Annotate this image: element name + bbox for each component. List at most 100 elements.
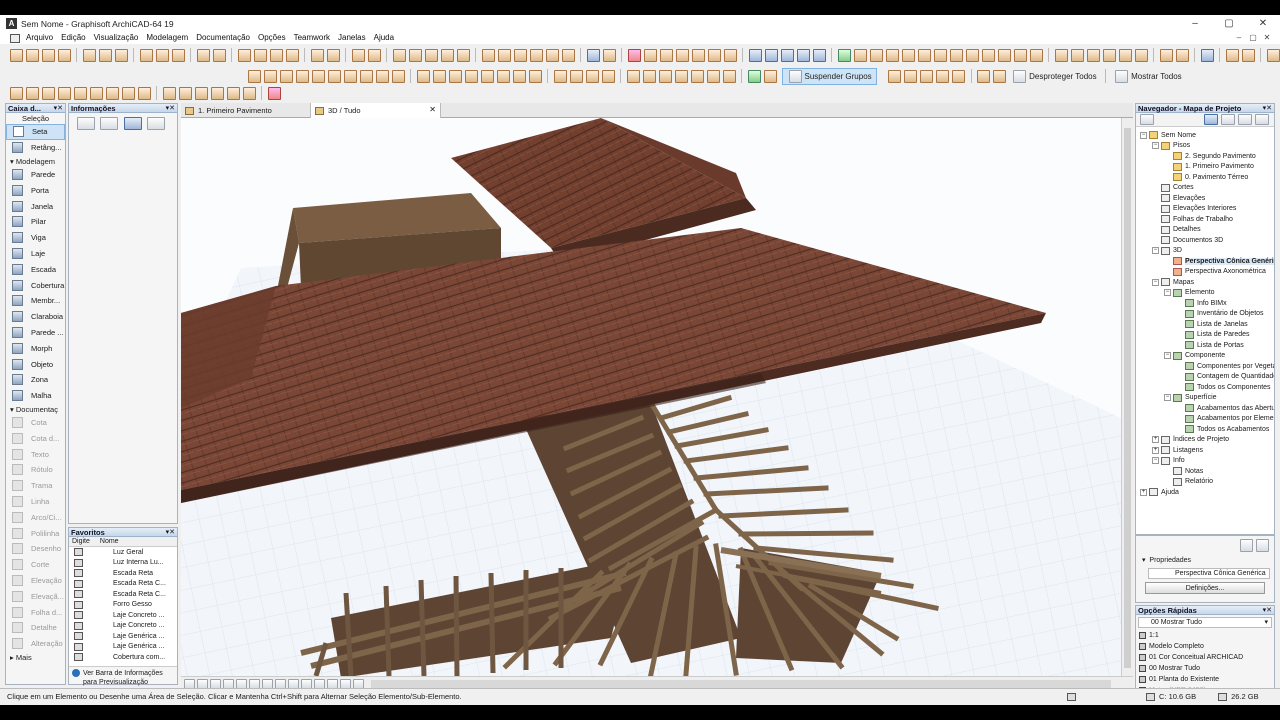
favorite-item[interactable]: Escada Reta <box>69 568 177 579</box>
toolbar-tool-icon[interactable] <box>997 48 1011 62</box>
toolbar-tool-icon[interactable] <box>1134 48 1148 62</box>
project-map-icon[interactable] <box>1139 114 1154 125</box>
view-map-icon[interactable] <box>1220 114 1235 125</box>
toolbar-tool-icon[interactable] <box>977 69 991 83</box>
toolbar-tool-icon[interactable] <box>1200 48 1214 62</box>
toolbar-tool-icon[interactable] <box>690 69 704 83</box>
toolbar-tool-icon[interactable] <box>936 69 950 83</box>
panel-close-icon[interactable]: ▾✕ <box>166 528 175 537</box>
publisher-sets-icon[interactable] <box>1254 114 1269 125</box>
project-map-button-icon[interactable] <box>1203 114 1218 125</box>
toolbar-tool-icon[interactable] <box>237 48 251 62</box>
toolbar-tool-icon[interactable] <box>659 48 673 62</box>
tree-node[interactable]: Contagem de Quantidades <box>1136 372 1274 383</box>
3d-nav-icon[interactable] <box>288 678 299 689</box>
toolbar-tool-icon[interactable] <box>263 69 277 83</box>
definitions-button[interactable]: Definições... <box>1145 582 1265 594</box>
toolbar-tool-icon[interactable] <box>691 48 705 62</box>
toolbar-tool-icon[interactable] <box>675 48 689 62</box>
tool-altera-o[interactable]: Alteração <box>6 636 65 652</box>
tool-cota[interactable]: Cota <box>6 415 65 431</box>
toolbar-tool-icon[interactable] <box>747 69 761 83</box>
arrow-settings-icon[interactable] <box>147 117 165 130</box>
tool-linha[interactable]: Linha <box>6 494 65 510</box>
toolbar-tool-icon[interactable] <box>311 69 325 83</box>
tree-node[interactable]: Componentes por Vegetação <box>1136 361 1274 372</box>
toolbar-tool-icon[interactable] <box>121 86 135 100</box>
toolbar-tool-icon[interactable] <box>89 86 103 100</box>
tool-cota-d[interactable]: Cota d... <box>6 430 65 446</box>
tree-node[interactable]: Todos os Acabamentos <box>1136 424 1274 435</box>
show-all-button[interactable]: Mostrar Todos <box>1114 69 1182 83</box>
tool-parede[interactable]: Parede ... <box>6 325 65 341</box>
tree-node[interactable]: Documentos 3D <box>1136 235 1274 246</box>
tool-porta[interactable]: Porta <box>6 182 65 198</box>
layer-combination-select[interactable]: 00 Mostrar Tudo <box>1138 617 1272 628</box>
tree-node[interactable]: Acabamentos por Elemento <box>1136 414 1274 425</box>
tree-expander-icon[interactable]: − <box>1152 247 1159 255</box>
tree-node[interactable]: − Pisos <box>1136 141 1274 152</box>
vertical-scroll-thumb[interactable] <box>1124 128 1131 668</box>
tree-expander-icon[interactable]: + <box>1140 488 1147 496</box>
fit-window-icon[interactable] <box>210 678 221 689</box>
tree-node[interactable]: Notas <box>1136 466 1274 477</box>
tool-eleva[interactable]: Elevaçã... <box>6 588 65 604</box>
tree-node[interactable]: Perspectiva Cônica Genérica <box>1136 256 1274 267</box>
vertical-scrollbar[interactable] <box>1121 118 1133 676</box>
toolbar-tool-icon[interactable] <box>359 69 373 83</box>
toolbar-tool-icon[interactable] <box>416 69 430 83</box>
tree-node[interactable]: + Listagens <box>1136 445 1274 456</box>
polygon-method-icon[interactable] <box>76 117 95 130</box>
tree-node[interactable]: − Componente <box>1136 351 1274 362</box>
toolbar-tool-icon[interactable] <box>642 69 656 83</box>
explore-icon[interactable] <box>314 678 325 689</box>
tab-primeiro-pavimento[interactable]: 1. Primeiro Pavimento <box>181 103 311 118</box>
tree-node[interactable]: − 3D <box>1136 246 1274 257</box>
layout-book-icon[interactable] <box>1237 114 1252 125</box>
tool-folha-d[interactable]: Folha d... <box>6 604 65 620</box>
toolbar-tool-icon[interactable] <box>424 48 438 62</box>
toolbar-tool-icon[interactable] <box>139 48 153 62</box>
tool-eleva-o[interactable]: Elevação <box>6 573 65 589</box>
toolbar-tool-icon[interactable] <box>226 86 240 100</box>
toolbar-tool-icon[interactable] <box>643 48 657 62</box>
tree-node[interactable]: Cortes <box>1136 183 1274 194</box>
camera-icon[interactable] <box>327 678 338 689</box>
favorite-item[interactable]: Escada Reta C... <box>69 579 177 590</box>
toolbar-tool-icon[interactable] <box>178 86 192 100</box>
tool-polilinha[interactable]: Polilinha <box>6 525 65 541</box>
tree-node[interactable]: − Sem Nome <box>1136 130 1274 141</box>
properties-value[interactable]: Perspectiva Cônica Genérica <box>1148 568 1270 579</box>
tree-node[interactable]: Inventário de Objetos <box>1136 309 1274 320</box>
toolbar-tool-icon[interactable] <box>780 48 794 62</box>
doc-restore-button[interactable]: ▢ <box>1246 32 1260 44</box>
tree-node[interactable]: − Superfície <box>1136 393 1274 404</box>
toolbar-tool-icon[interactable] <box>1175 48 1189 62</box>
scale-icon[interactable] <box>353 678 364 689</box>
toolbar-tool-icon[interactable] <box>343 69 357 83</box>
tool-detalhe[interactable]: Detalhe <box>6 620 65 636</box>
toolbar-tool-icon[interactable] <box>901 48 915 62</box>
tree-expander-icon[interactable]: − <box>1152 278 1159 286</box>
toolbar-tool-icon[interactable] <box>602 48 616 62</box>
tree-node[interactable]: + Ajuda <box>1136 487 1274 498</box>
favorite-item[interactable]: Luz Geral <box>69 547 177 558</box>
horizontal-scrollbar[interactable] <box>371 679 1111 688</box>
panel-close-icon[interactable]: ▾✕ <box>166 104 175 113</box>
document-icon[interactable] <box>10 33 20 43</box>
zoom-box-icon[interactable] <box>275 678 286 689</box>
tool-parede[interactable]: Parede <box>6 167 65 183</box>
toolbar-tool-icon[interactable] <box>723 48 737 62</box>
tree-expander-icon[interactable]: − <box>1164 352 1171 360</box>
toolbar-tool-icon[interactable] <box>448 69 462 83</box>
toolbar-tool-icon[interactable] <box>569 69 583 83</box>
tree-expander-icon[interactable]: − <box>1164 289 1171 297</box>
tree-node[interactable]: + Índices de Projeto <box>1136 435 1274 446</box>
toolbar-tool-icon[interactable] <box>105 86 119 100</box>
toolbar-tool-icon[interactable] <box>933 48 947 62</box>
quick-option-item[interactable]: Modelo Completo <box>1136 641 1274 652</box>
unprotect-all-button[interactable]: Desproteger Todos <box>1012 69 1097 83</box>
menu-arquivo[interactable]: Arquivo <box>22 32 57 44</box>
tool-seta[interactable]: Seta <box>6 124 65 140</box>
toolbar-tool-icon[interactable] <box>194 86 208 100</box>
